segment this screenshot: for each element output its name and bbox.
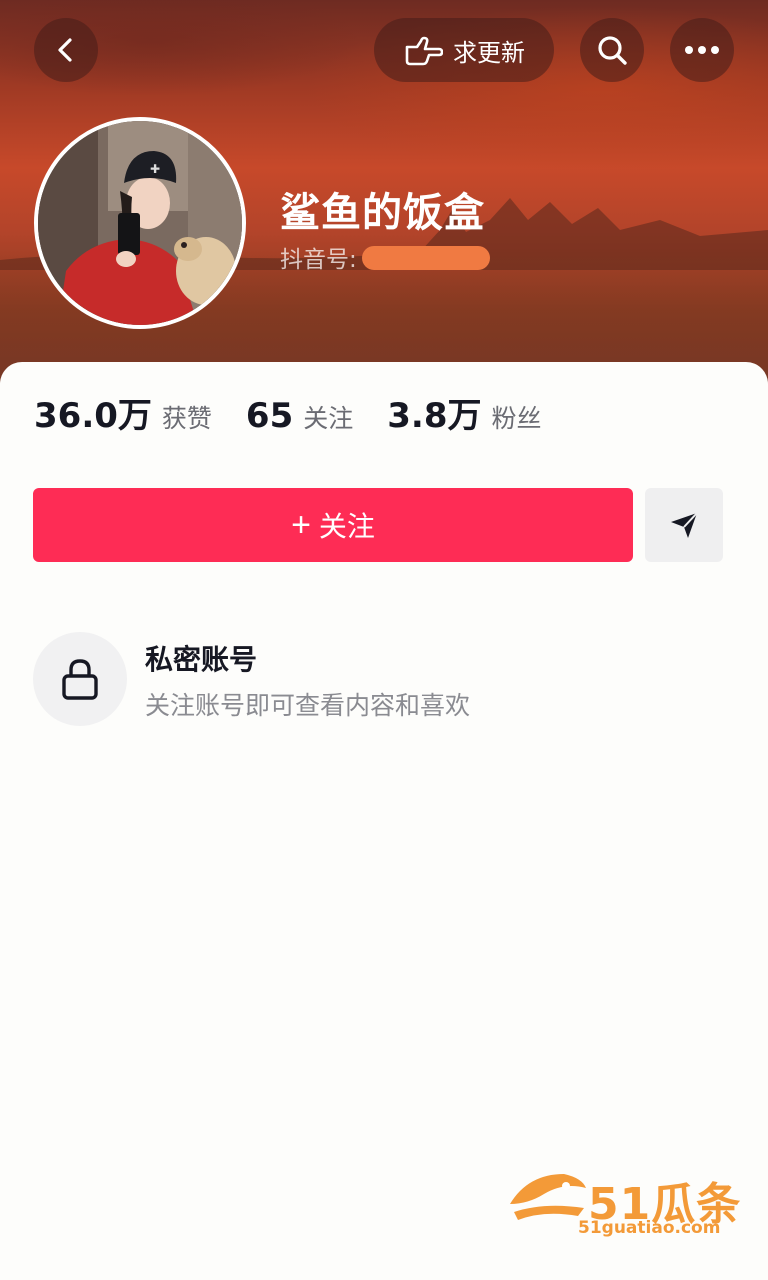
svg-text:✚: ✚ bbox=[150, 162, 160, 176]
douyin-id-label: 抖音号: bbox=[280, 247, 357, 273]
stat-following-value[interactable]: 65 bbox=[246, 396, 293, 436]
request-update-button[interactable]: 求更新 bbox=[374, 18, 554, 82]
send-icon bbox=[671, 512, 698, 538]
stat-following-label[interactable]: 关注 bbox=[303, 399, 353, 435]
search-icon bbox=[598, 36, 627, 65]
more-button[interactable] bbox=[670, 18, 734, 82]
profile-stats: 36.0万 获赞 65 关注 3.8万 粉丝 bbox=[34, 388, 576, 440]
douyin-id-redaction bbox=[362, 246, 490, 270]
plus-icon: + bbox=[291, 506, 311, 544]
send-message-button[interactable] bbox=[645, 488, 723, 562]
lock-icon bbox=[62, 659, 98, 700]
finger-point-icon bbox=[405, 36, 443, 66]
back-icon bbox=[58, 38, 72, 62]
private-account-title: 私密账号 bbox=[145, 643, 258, 676]
private-account-description: 关注账号即可查看内容和喜欢 bbox=[145, 691, 471, 720]
profile-page: 求更新 ✚ 鲨鱼的饭盒 抖音号: 36.0万 获赞 65 关注 3.8万 粉丝 … bbox=[0, 0, 768, 1280]
request-update-label: 求更新 bbox=[453, 38, 525, 67]
follow-button-label: 关注 bbox=[318, 511, 375, 542]
avatar-photo: ✚ bbox=[38, 121, 242, 325]
avatar[interactable]: ✚ bbox=[34, 117, 246, 329]
search-button[interactable] bbox=[580, 18, 644, 82]
site-watermark: 51瓜条 51guatiao.com bbox=[504, 1164, 744, 1244]
back-button[interactable] bbox=[34, 18, 98, 82]
stat-likes-value: 36.0万 bbox=[34, 396, 152, 436]
stat-likes-label: 获赞 bbox=[161, 404, 212, 433]
profile-nickname: 鲨鱼的饭盒 bbox=[280, 190, 485, 236]
stat-followers-label[interactable]: 粉丝 bbox=[491, 399, 541, 435]
watermark-url: 51guatiao.com bbox=[578, 1218, 721, 1238]
lock-badge bbox=[33, 632, 127, 726]
stat-followers-value[interactable]: 3.8万 bbox=[387, 388, 481, 437]
follow-button[interactable]: + 关注 bbox=[33, 488, 633, 562]
more-icon bbox=[685, 46, 719, 54]
